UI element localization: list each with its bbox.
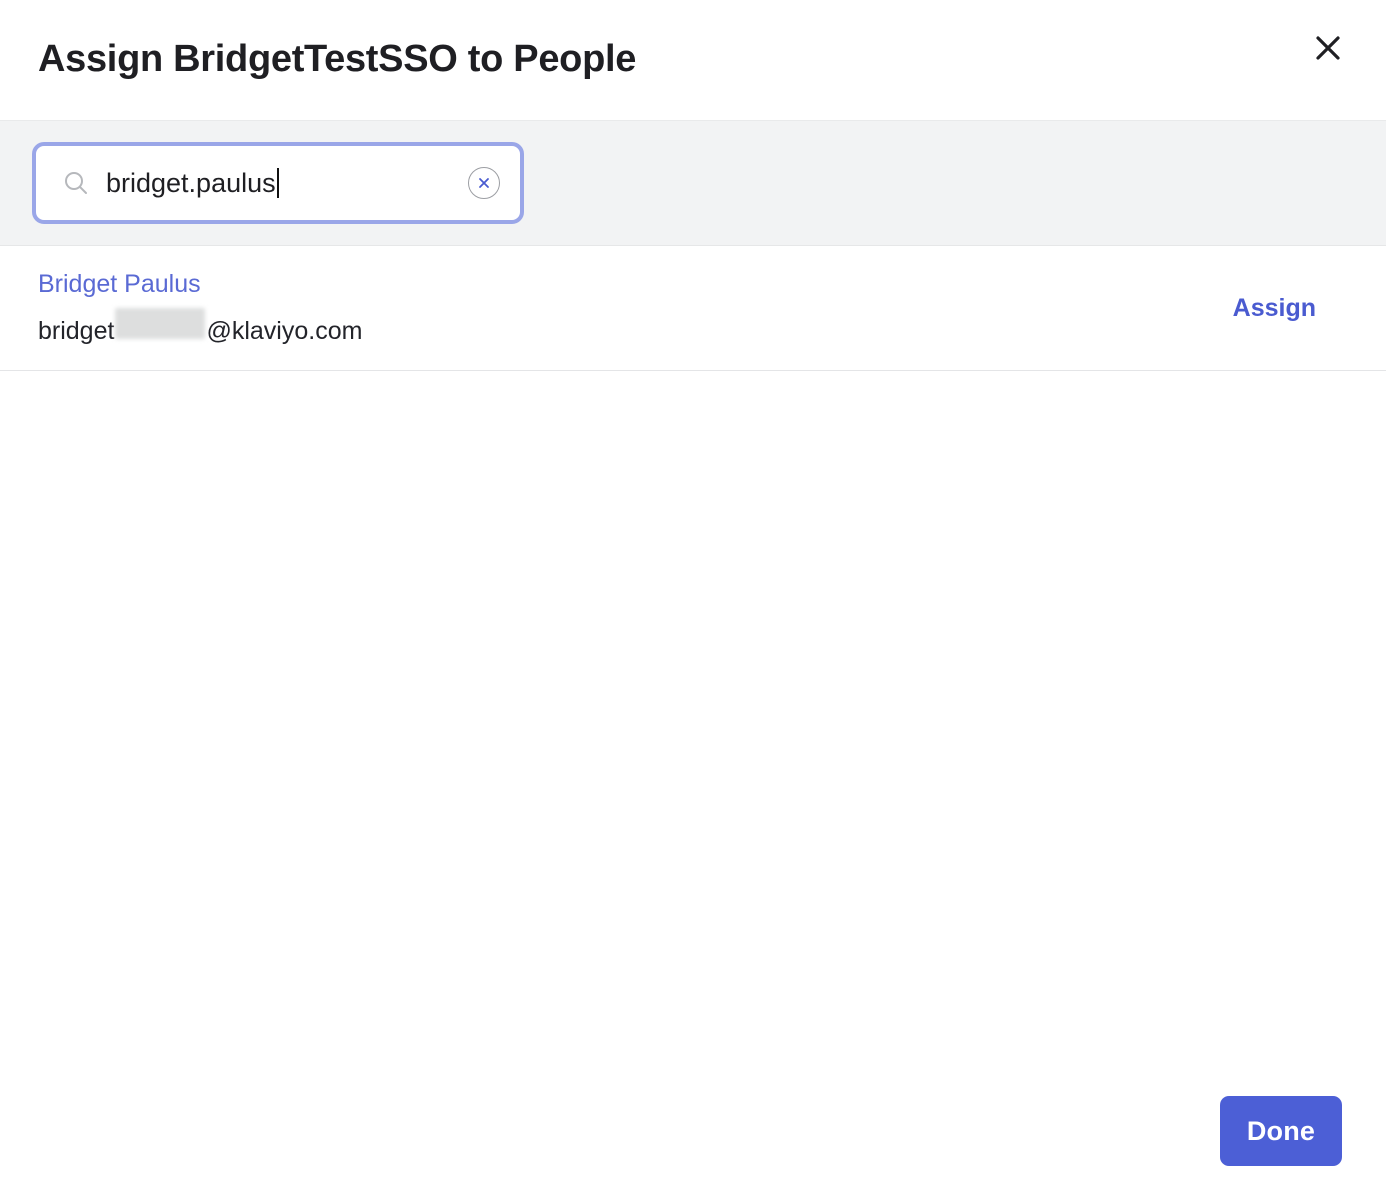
modal-header: Assign BridgetTestSSO to People xyxy=(0,0,1386,120)
assign-button[interactable]: Assign xyxy=(1233,294,1316,323)
modal-footer: Done xyxy=(0,1058,1386,1204)
close-icon xyxy=(1313,33,1343,63)
list-item: Bridget Paulus bridget @klaviyo.com Assi… xyxy=(0,246,1386,371)
person-info: Bridget Paulus bridget @klaviyo.com xyxy=(38,269,362,347)
email-suffix: @klaviyo.com xyxy=(206,316,362,347)
person-name-link[interactable]: Bridget Paulus xyxy=(38,269,362,300)
done-button[interactable]: Done xyxy=(1220,1096,1342,1166)
assign-people-modal: Assign BridgetTestSSO to People bridget.… xyxy=(0,0,1386,1204)
text-caret xyxy=(277,168,279,198)
search-input-text: bridget.paulus xyxy=(106,168,276,198)
clear-search-button[interactable] xyxy=(468,167,500,199)
results-empty-area xyxy=(0,371,1386,1058)
search-input-value: bridget.paulus xyxy=(106,168,279,198)
close-button[interactable] xyxy=(1306,26,1350,70)
search-icon xyxy=(62,169,90,197)
page-title: Assign BridgetTestSSO to People xyxy=(38,39,636,81)
search-toolbar: bridget.paulus Search xyxy=(0,120,1386,246)
person-email: bridget @klaviyo.com xyxy=(38,308,362,347)
email-prefix: bridget xyxy=(38,316,114,347)
results-list: Bridget Paulus bridget @klaviyo.com Assi… xyxy=(0,246,1386,1058)
search-input[interactable]: bridget.paulus Search xyxy=(32,142,524,224)
email-redaction-block xyxy=(115,308,205,339)
clear-circle-x-icon xyxy=(476,175,492,191)
